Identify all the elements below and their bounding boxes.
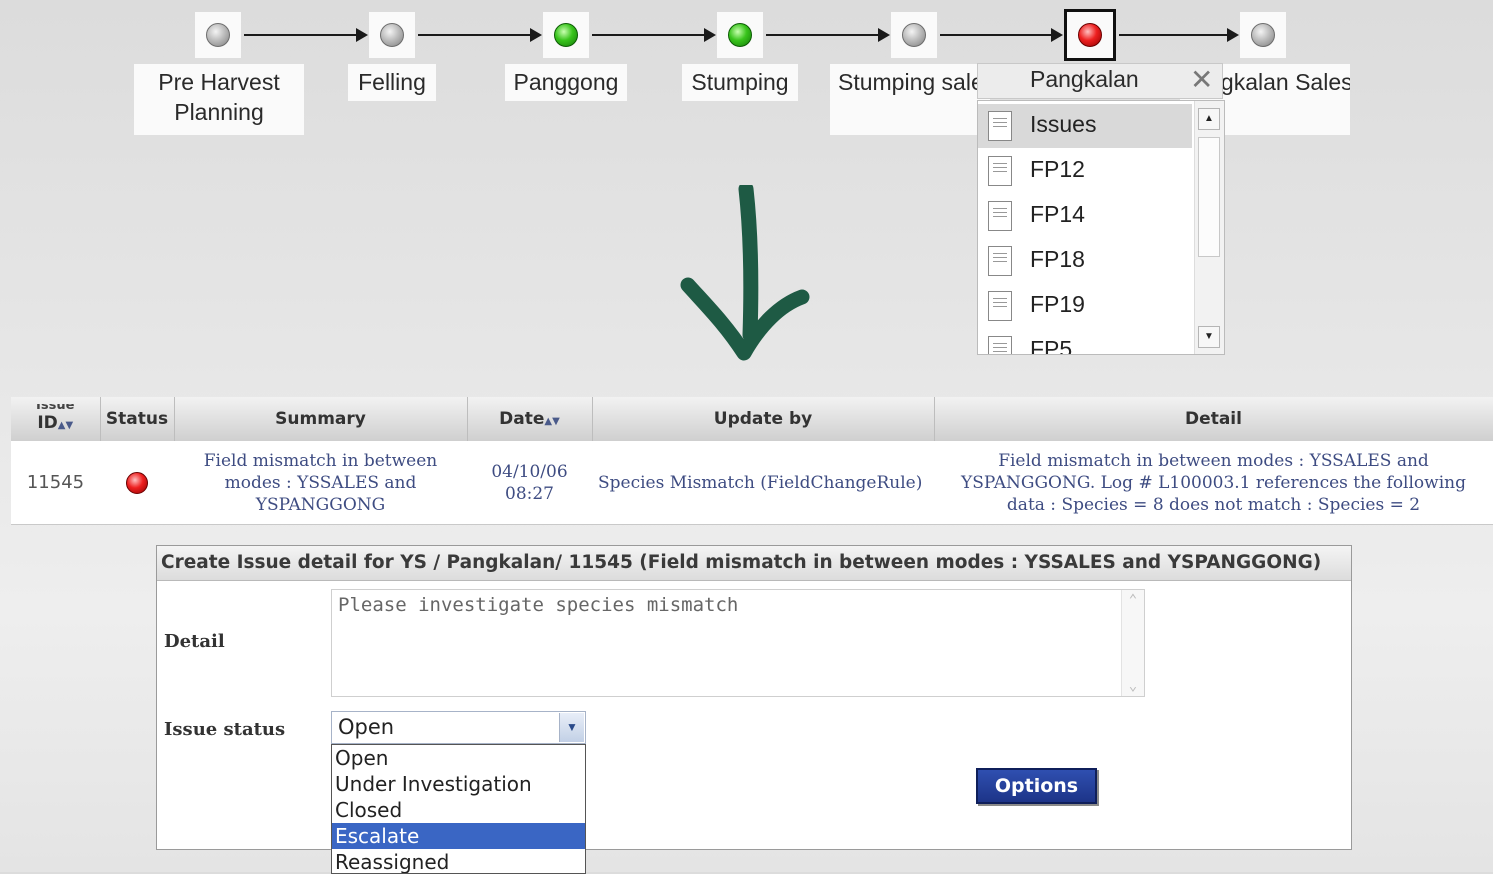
create-issue-dialog: Create Issue detail for YS / Pangkalan/ … (156, 545, 1352, 874)
header-label: Date (499, 409, 545, 429)
detail-text: Please investigate species mismatch (338, 594, 739, 616)
document-icon (988, 246, 1012, 276)
menu-item-issues[interactable]: Issues (978, 104, 1192, 148)
options-button[interactable]: Options (976, 768, 1097, 804)
stage-node-pre-harvest-planning[interactable] (195, 12, 241, 58)
menu-item-label: Issues (1030, 111, 1097, 137)
stage-node-stumping[interactable] (717, 12, 763, 58)
popup-scrollbar[interactable]: ▲ ▼ (1194, 101, 1224, 354)
stage-node-felling[interactable] (369, 12, 415, 58)
stage-label-stumping[interactable]: Stumping (682, 64, 798, 101)
menu-item-fp5[interactable]: FP5 (978, 329, 1192, 355)
menu-item-fp19[interactable]: FP19 (978, 284, 1192, 328)
option-escalate[interactable]: Escalate (332, 823, 585, 849)
cell-detail: Field mismatch in between modes : YSSALE… (934, 441, 1493, 525)
document-icon (988, 336, 1012, 354)
stage-node-panggong[interactable] (543, 12, 589, 58)
chevron-down-icon[interactable]: ▼ (559, 713, 584, 742)
sort-icon[interactable]: ▲▼ (58, 420, 73, 431)
status-light-icon (1251, 23, 1275, 47)
column-header-issue-id[interactable]: Issue ID▲▼ (11, 397, 101, 441)
cell-issue-id[interactable]: 11545 (11, 441, 100, 525)
table-row[interactable]: 11545 Field mismatch in between modes : … (11, 441, 1493, 525)
column-header-update-by[interactable]: Update by (592, 397, 935, 441)
status-light-icon (1078, 23, 1102, 47)
flow-arrow-icon (418, 28, 542, 42)
menu-item-label: FP12 (1030, 156, 1085, 182)
detail-label: Detail (164, 631, 225, 652)
cell-status (100, 441, 174, 525)
issue-status-options: Open Under Investigation Closed Escalate… (331, 744, 586, 874)
scroll-up-icon[interactable]: ▲ (1198, 108, 1220, 130)
document-icon (988, 201, 1012, 231)
down-arrow-icon (680, 185, 810, 361)
document-icon (988, 291, 1012, 321)
sort-icon[interactable]: ▲▼ (544, 416, 559, 427)
detail-textarea[interactable]: Please investigate species mismatch ⌃ ⌄ (331, 589, 1145, 697)
header-label: ID (37, 412, 58, 433)
issue-status-label: Issue status (164, 719, 286, 740)
option-reassigned[interactable]: Reassigned (332, 849, 585, 873)
scroll-up-icon[interactable]: ⌃ (1122, 592, 1144, 608)
stage-node-pangkalan-sales[interactable] (1240, 12, 1286, 58)
stage-label-stumping-sale[interactable]: Stumping sale (830, 64, 990, 135)
table-header-row: Issue ID▲▼ Status Summary Date▲▼ Update … (11, 397, 1493, 441)
option-closed[interactable]: Closed (332, 797, 585, 823)
menu-item-fp14[interactable]: FP14 (978, 194, 1192, 238)
document-icon (988, 156, 1012, 186)
menu-item-label: FP19 (1030, 291, 1085, 317)
status-light-icon (206, 23, 230, 47)
flow-arrow-icon (940, 28, 1063, 42)
status-light-icon (554, 23, 578, 47)
dialog-title: Create Issue detail for YS / Pangkalan/ … (157, 546, 1351, 581)
status-light-icon (380, 23, 404, 47)
flow-arrow-icon (244, 28, 368, 42)
scroll-down-icon[interactable]: ▼ (1198, 326, 1220, 348)
menu-item-label: FP18 (1030, 246, 1085, 272)
option-under-investigation[interactable]: Under Investigation (332, 771, 585, 797)
flow-arrow-icon (766, 28, 890, 42)
status-light-icon (902, 23, 926, 47)
popup-title: Pangkalan (1030, 66, 1139, 92)
column-header-status[interactable]: Status (100, 397, 175, 441)
menu-item-label: FP5 (1030, 336, 1073, 355)
scroll-down-icon[interactable]: ⌄ (1122, 678, 1144, 694)
status-light-icon (126, 471, 148, 494)
option-open[interactable]: Open (332, 745, 585, 771)
textarea-scrollbar[interactable]: ⌃ ⌄ (1121, 590, 1144, 696)
menu-item-fp12[interactable]: FP12 (978, 149, 1192, 193)
document-icon (988, 111, 1012, 141)
column-header-summary[interactable]: Summary (174, 397, 468, 441)
column-header-date[interactable]: Date▲▼ (467, 397, 593, 441)
popup-header: Pangkalan ✕ (977, 63, 1223, 99)
status-light-icon (728, 23, 752, 47)
cell-date: 04/10/06 08:27 (467, 441, 592, 525)
flow-arrow-icon (1119, 28, 1239, 42)
column-header-detail[interactable]: Detail (934, 397, 1493, 441)
issue-status-select[interactable]: Open ▼ (331, 711, 586, 744)
stage-node-stumping-sale[interactable] (891, 12, 937, 58)
menu-item-fp18[interactable]: FP18 (978, 239, 1192, 283)
stage-node-pangkalan[interactable] (1064, 9, 1116, 61)
issues-table: Issue ID▲▼ Status Summary Date▲▼ Update … (11, 397, 1493, 525)
stage-label-felling[interactable]: Felling (348, 64, 436, 101)
stage-label-panggong[interactable]: Panggong (505, 64, 627, 101)
popup-menu-list: Issues FP12 FP14 FP18 FP19 FP5 ▲ ▼ (977, 100, 1225, 355)
cell-summary[interactable]: Field mismatch in between modes : YSSALE… (174, 441, 467, 525)
close-icon[interactable]: ✕ (1190, 65, 1213, 95)
scrollbar-thumb[interactable] (1198, 137, 1220, 257)
menu-item-label: FP14 (1030, 201, 1085, 227)
flow-arrow-icon (592, 28, 716, 42)
cell-update-by: Species Mismatch (FieldChangeRule) (592, 441, 934, 525)
stage-label-pre-harvest-planning[interactable]: Pre Harvest Planning (134, 64, 304, 135)
select-current-value: Open (338, 715, 395, 739)
